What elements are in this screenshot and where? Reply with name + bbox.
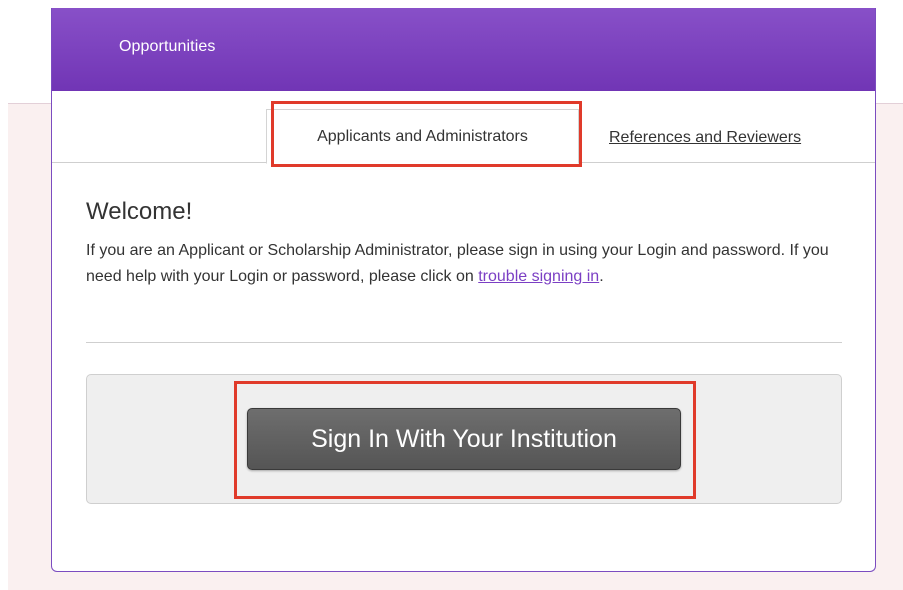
welcome-text: If you are an Applicant or Scholarship A… [86,238,842,290]
tab-bar: Applicants and Administrators References… [52,91,875,167]
welcome-text-body: If you are an Applicant or Scholarship A… [86,242,829,285]
welcome-heading: Welcome! [86,198,193,225]
card-header: Opportunities [52,8,875,91]
welcome-section: Welcome! If you are an Applicant or Scho… [86,198,842,290]
tab-applicants-administrators[interactable]: Applicants and Administrators [266,109,579,164]
section-divider [86,342,842,343]
sign-in-institution-button[interactable]: Sign In With Your Institution [247,408,681,470]
tab-label: Applicants and Administrators [317,127,528,145]
tab-references-reviewers[interactable]: References and Reviewers [609,129,801,147]
trouble-signing-in-link[interactable]: trouble signing in [478,268,599,285]
signin-panel: Sign In With Your Institution [86,374,842,504]
login-card: Opportunities Applicants and Administrat… [51,8,876,572]
header-title: Opportunities [119,38,216,55]
welcome-text-end: . [599,268,604,285]
